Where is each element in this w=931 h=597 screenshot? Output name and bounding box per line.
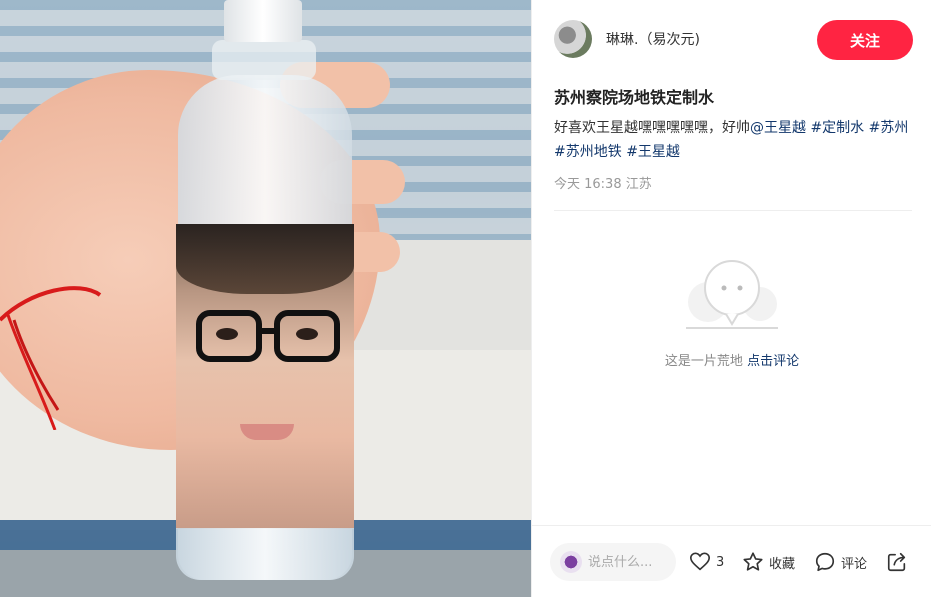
water-bottle (172, 0, 358, 580)
like-button[interactable]: 3 (689, 549, 724, 575)
mention-link[interactable]: @王星越 (750, 120, 806, 136)
comment-input[interactable] (588, 554, 668, 570)
bottle-neck (212, 40, 316, 80)
comment-label: 评论 (841, 556, 868, 572)
comment-button[interactable]: 评论 (814, 549, 867, 575)
favorite-button[interactable]: 收藏 (742, 549, 795, 575)
tag-link[interactable]: #苏州地铁 (554, 144, 622, 160)
click-to-comment-link[interactable]: 点击评论 (747, 354, 799, 369)
follow-button[interactable]: 关注 (817, 20, 913, 60)
portrait-mouth (240, 424, 294, 440)
heart-icon (690, 552, 710, 571)
author-name[interactable]: 琳琳.（易次元) (606, 29, 700, 49)
tag-link[interactable]: #定制水 (810, 120, 864, 136)
bottle-cap (224, 0, 302, 42)
bottle-base (176, 528, 354, 580)
description-text: 好喜欢王星越嘿嘿嘿嘿嘿，好帅 (554, 120, 750, 136)
favorite-label: 收藏 (769, 556, 796, 572)
note-photo[interactable] (0, 0, 531, 597)
portrait-eye (216, 328, 238, 340)
empty-comments: 这是一片荒地 点击评论 (532, 350, 931, 369)
comment-input-box[interactable] (550, 543, 676, 581)
red-bracelet (0, 286, 102, 430)
comment-icon (815, 552, 835, 572)
share-icon (887, 552, 906, 572)
portrait-hair (176, 224, 354, 294)
like-count: 3 (716, 554, 725, 570)
tag-link[interactable]: #王星越 (626, 144, 680, 160)
empty-comments-text: 这是一片荒地 (664, 354, 743, 369)
footer-divider (532, 525, 931, 526)
note-title: 苏州察院场地铁定制水 (554, 88, 715, 107)
star-icon (743, 552, 763, 571)
user-avatar (560, 551, 582, 573)
tag-link[interactable]: #苏州 (869, 120, 909, 136)
portrait-eye (296, 328, 318, 340)
glasses-bridge (260, 328, 276, 334)
empty-comments-icon (686, 260, 778, 329)
author-info[interactable]: 琳琳.（易次元) (554, 20, 700, 58)
divider (554, 210, 912, 211)
bottle-label-portrait (176, 224, 354, 529)
author-avatar[interactable] (554, 20, 592, 58)
note-meta: 今天 16:38 江苏 (554, 177, 652, 192)
share-button[interactable] (886, 549, 908, 575)
note-detail-panel: 琳琳.（易次元) 关注 苏州察院场地铁定制水 好喜欢王星越嘿嘿嘿嘿嘿，好帅@王星… (531, 0, 931, 597)
note-description: 好喜欢王星越嘿嘿嘿嘿嘿，好帅@王星越 #定制水 #苏州 #苏州地铁 #王星越 (554, 116, 914, 164)
